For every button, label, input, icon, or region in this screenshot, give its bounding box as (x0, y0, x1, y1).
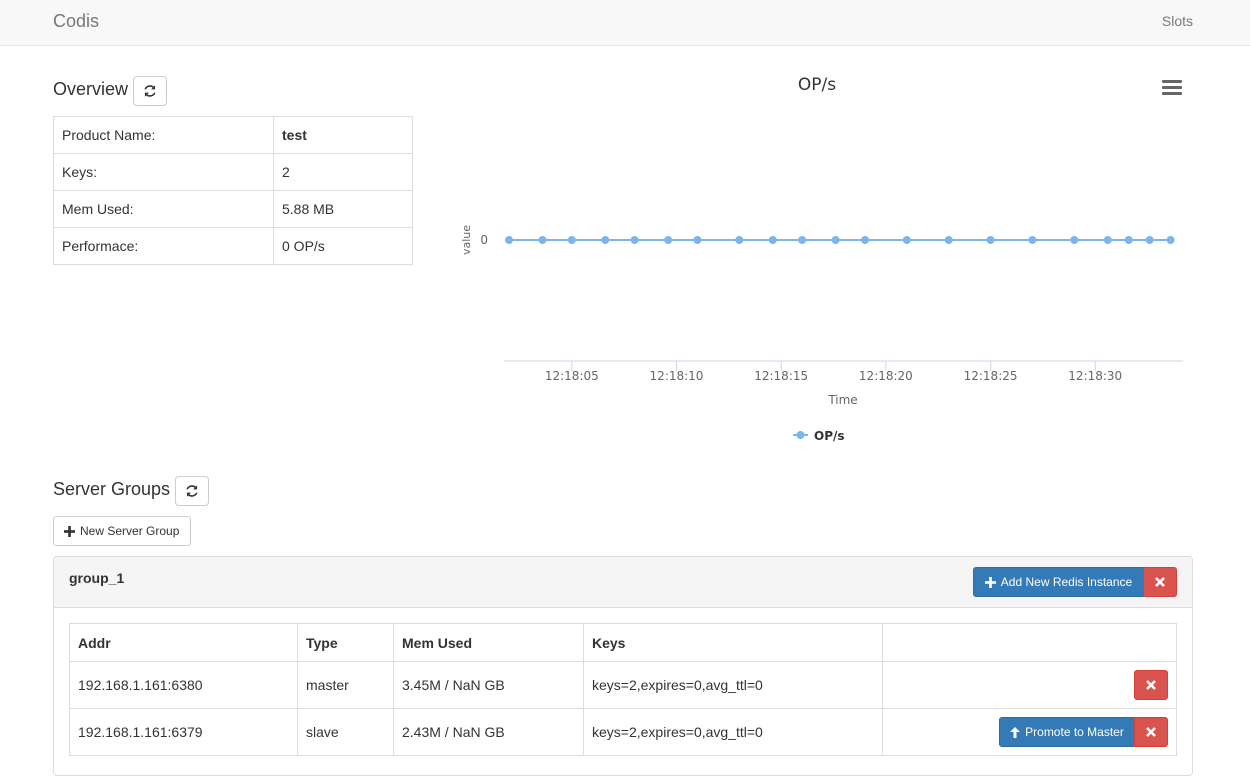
chart-data-point[interactable] (798, 236, 807, 244)
server-groups-title: Server Groups (53, 479, 171, 499)
chart-x-axis-label: Time (827, 393, 857, 407)
server-mem-used: 2.43M / NaN GB (393, 708, 584, 756)
server-addr: 192.168.1.161:6379 (69, 708, 298, 756)
chart-legend[interactable]: OP/s (793, 429, 845, 443)
legend-label: OP/s (814, 429, 845, 443)
server-mem-used: 3.45M / NaN GB (393, 661, 584, 709)
chart-data-point[interactable] (630, 236, 639, 244)
nav-link-slots[interactable]: Slots (1162, 13, 1193, 29)
promote-to-master-label: Promote to Master (1025, 725, 1124, 739)
plus-icon (984, 576, 996, 588)
chart-title: OP/s (798, 75, 836, 95)
overview-label: Performace: (53, 227, 274, 265)
new-server-group-label: New Server Group (80, 524, 180, 538)
overview-label: Keys: (53, 153, 274, 191)
plus-icon (64, 525, 75, 537)
chart-data-point[interactable] (1166, 236, 1175, 244)
overview-row: Product Name: test (53, 116, 413, 154)
overview-row: Keys: 2 (53, 153, 413, 191)
new-server-group-button[interactable]: New Server Group (53, 516, 191, 546)
server-type: slave (297, 708, 394, 756)
ops-chart: OP/s value 0 12:18:05 12:18:10 12:18:15 12:… (440, 60, 1220, 460)
servers-table-header: Addr Type Mem Used Keys (69, 623, 1177, 662)
column-header-type: Type (297, 623, 394, 662)
column-header-mem-used: Mem Used (393, 623, 584, 662)
remove-server-button[interactable] (1134, 717, 1168, 747)
chart-data-point[interactable] (902, 236, 911, 244)
overview-row: Mem Used: 5.88 MB (53, 190, 413, 228)
ops-chart-svg: OP/s value 0 12:18:05 12:18:10 12:18:15 12:… (460, 75, 1183, 443)
column-header-actions (882, 623, 1177, 662)
chart-data-point[interactable] (664, 236, 673, 244)
chart-x-tick-label: 12:18:20 (859, 369, 913, 383)
remove-server-button[interactable] (1134, 670, 1168, 700)
chart-data-point[interactable] (831, 236, 840, 244)
chart-data-point[interactable] (567, 236, 576, 244)
remove-icon (1146, 727, 1156, 737)
add-redis-instance-button[interactable]: Add New Redis Instance (973, 567, 1144, 597)
overview-table: Product Name: test Keys: 2 Mem Used: 5.8… (53, 116, 413, 265)
overview-label: Product Name: (53, 116, 274, 154)
chart-data-point[interactable] (768, 236, 777, 244)
overview-value: 2 (273, 153, 413, 191)
hamburger-menu-icon[interactable] (1162, 80, 1182, 96)
table-row: 192.168.1.161:6380 master 3.45M / NaN GB… (69, 661, 1177, 709)
overview-value: test (273, 116, 413, 154)
overview-value: 0 OP/s (273, 227, 413, 265)
chart-y-axis-label: value (460, 225, 473, 255)
chart-x-tick-label: 12:18:05 (545, 369, 599, 383)
chart-data-point[interactable] (1145, 236, 1154, 244)
overview-title: Overview (53, 79, 129, 99)
chart-data-point[interactable] (986, 236, 995, 244)
chart-data-point[interactable] (693, 236, 702, 244)
overview-refresh-button[interactable] (133, 76, 167, 106)
group-name: group_1 (69, 570, 125, 586)
chart-y-tick-label: 0 (480, 233, 488, 247)
chart-x-tick-label: 12:18:15 (754, 369, 808, 383)
chart-data-point[interactable] (1103, 236, 1112, 244)
refresh-icon (186, 485, 198, 497)
chart-data-point[interactable] (1070, 236, 1079, 244)
column-header-keys: Keys (583, 623, 883, 662)
chart-data-point[interactable] (538, 236, 547, 244)
promote-to-master-button[interactable]: Promote to Master (999, 717, 1135, 747)
brand-logo[interactable]: Codis (53, 11, 99, 32)
chart-data-point[interactable] (944, 236, 953, 244)
chart-x-tick-label: 12:18:25 (964, 369, 1018, 383)
chart-x-tick-label: 12:18:10 (650, 369, 704, 383)
arrow-up-icon (1010, 726, 1021, 738)
add-redis-instance-label: Add New Redis Instance (1000, 575, 1133, 589)
server-actions (882, 661, 1177, 709)
legend-point-marker (796, 431, 805, 439)
chart-data-point[interactable] (1124, 236, 1133, 244)
server-keys: keys=2,expires=0,avg_ttl=0 (583, 661, 883, 709)
chart-x-tick-label: 12:18:30 (1068, 369, 1122, 383)
chart-data-point[interactable] (601, 236, 610, 244)
overview-row: Performace: 0 OP/s (53, 227, 413, 265)
chart-data-point[interactable] (505, 236, 513, 244)
remove-icon (1146, 680, 1156, 690)
server-groups-refresh-button[interactable] (175, 476, 209, 506)
chart-data-point[interactable] (860, 236, 869, 244)
remove-icon (1155, 577, 1165, 587)
chart-data-point[interactable] (1028, 236, 1037, 244)
server-type: master (297, 661, 394, 709)
navbar: Codis Slots (0, 0, 1250, 46)
overview-value: 5.88 MB (273, 190, 413, 228)
remove-group-button[interactable] (1143, 567, 1177, 597)
column-header-addr: Addr (69, 623, 298, 662)
refresh-icon (144, 85, 156, 97)
server-keys: keys=2,expires=0,avg_ttl=0 (583, 708, 883, 756)
overview-label: Mem Used: (53, 190, 274, 228)
chart-data-point[interactable] (735, 236, 744, 244)
server-addr: 192.168.1.161:6380 (69, 661, 298, 709)
